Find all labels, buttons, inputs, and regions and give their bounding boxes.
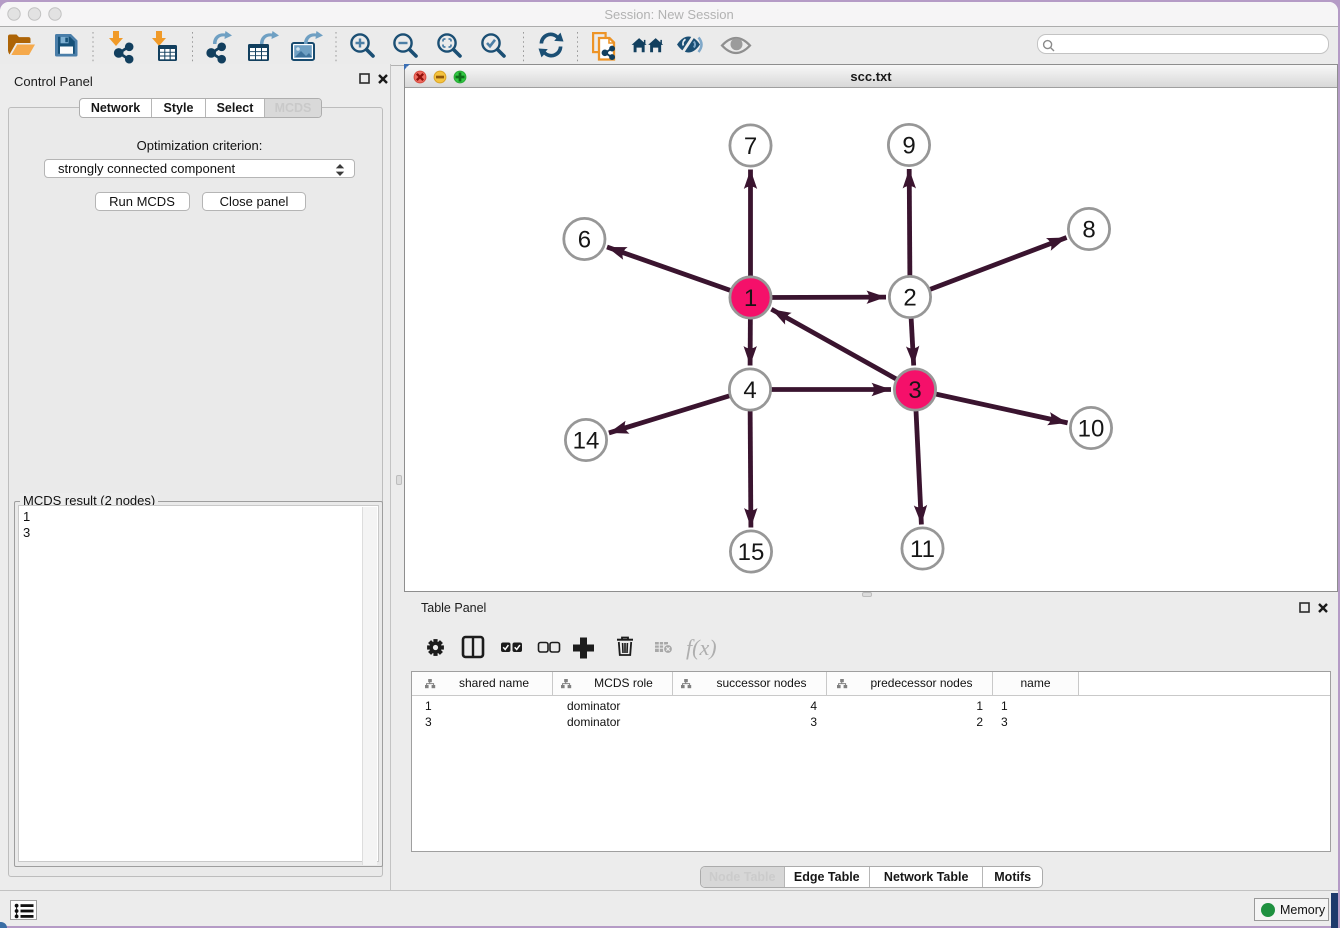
- svg-text:2: 2: [903, 284, 916, 311]
- svg-text:15: 15: [738, 539, 765, 566]
- svg-text:3: 3: [908, 377, 921, 404]
- svg-text:4: 4: [743, 377, 756, 404]
- svg-text:Memory: Memory: [1280, 903, 1326, 917]
- svg-text:7: 7: [744, 133, 757, 160]
- svg-text:1: 1: [744, 285, 757, 312]
- svg-text:9: 9: [902, 132, 915, 159]
- svg-text:10: 10: [1078, 415, 1105, 442]
- svg-text:8: 8: [1082, 216, 1095, 243]
- svg-text:f(x): f(x): [686, 635, 717, 660]
- svg-text:11: 11: [910, 536, 935, 563]
- svg-text:6: 6: [578, 226, 591, 253]
- svg-text:14: 14: [573, 427, 600, 454]
